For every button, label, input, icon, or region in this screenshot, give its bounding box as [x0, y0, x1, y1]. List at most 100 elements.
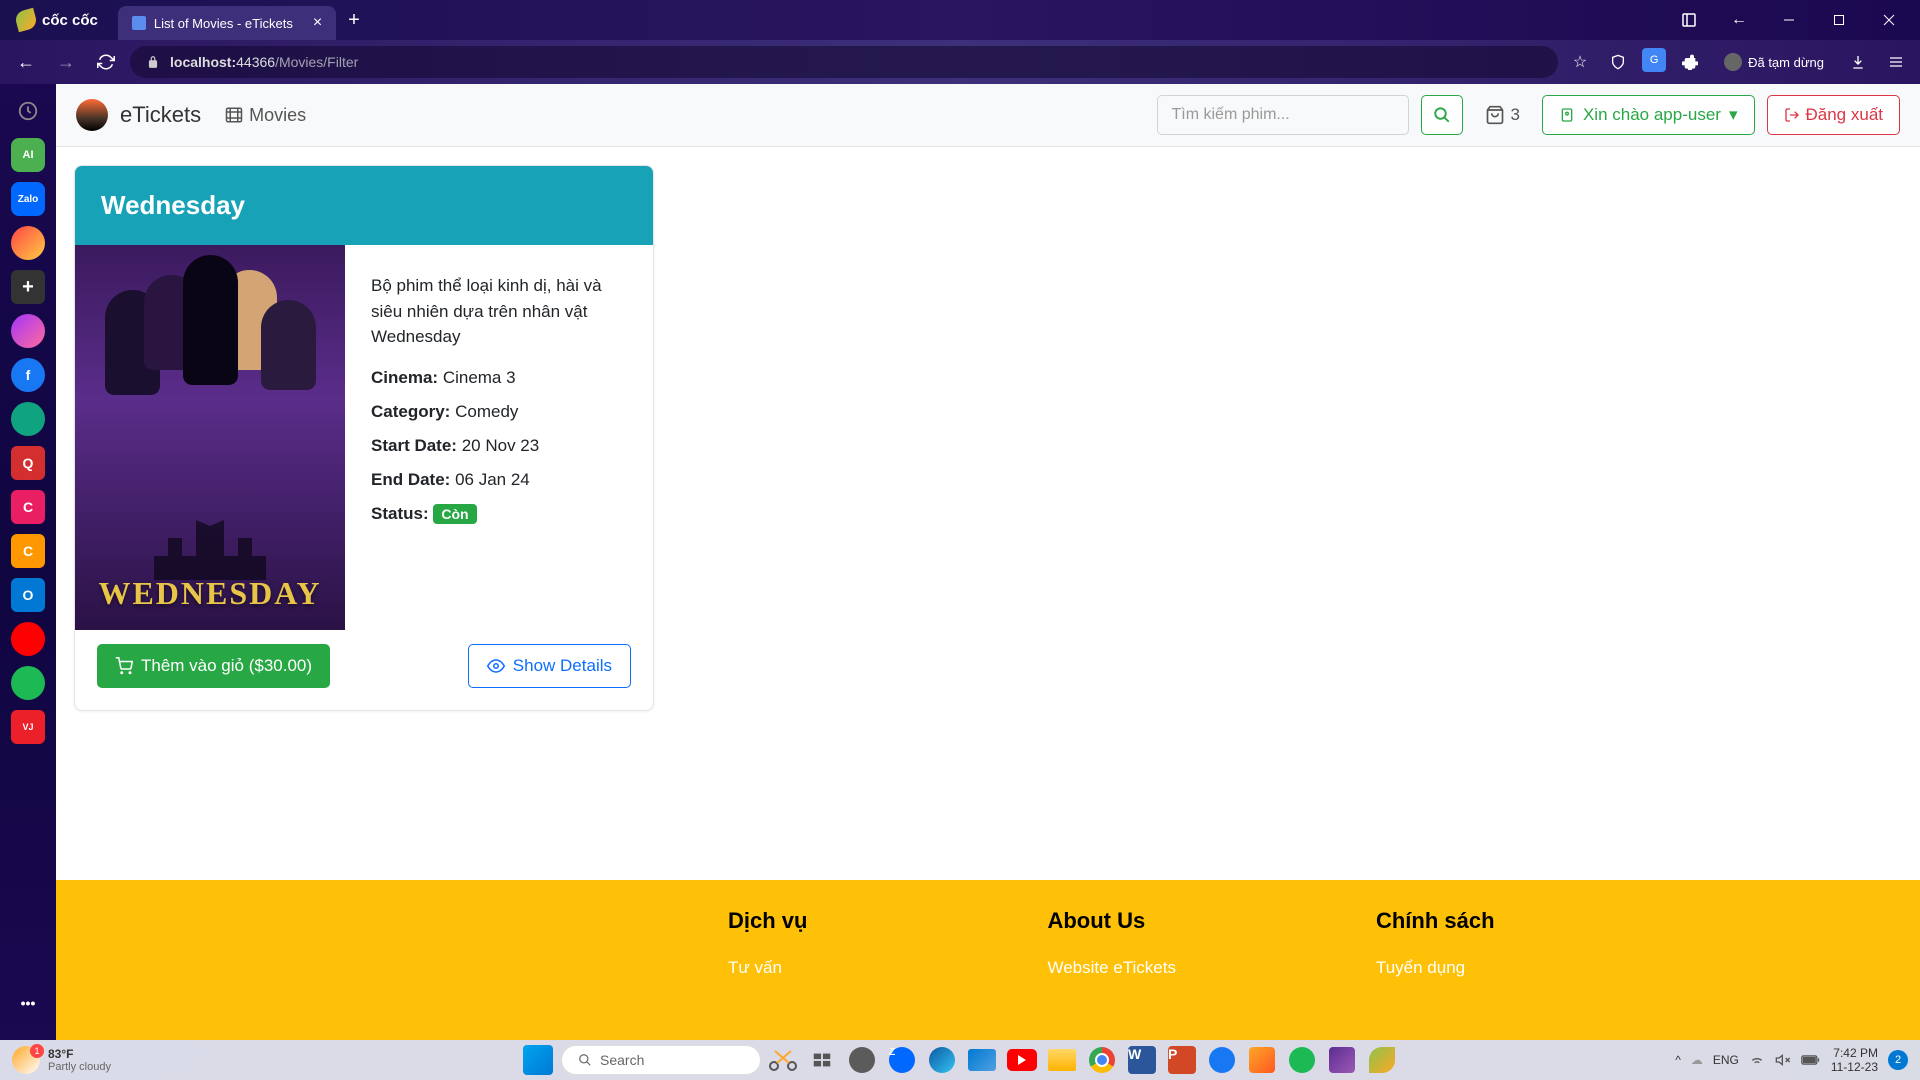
sidebar-more-button[interactable]: ••• — [11, 986, 45, 1020]
volume-icon[interactable] — [1775, 1052, 1791, 1068]
wifi-icon[interactable] — [1749, 1052, 1765, 1068]
browser-brand-text: cốc cốc — [42, 12, 98, 29]
sidebar-youtube-icon[interactable] — [11, 622, 45, 656]
search-input[interactable]: Tìm kiếm phim... — [1157, 95, 1409, 135]
sidebar-spotify-icon[interactable] — [11, 666, 45, 700]
window-maximize-button[interactable] — [1816, 0, 1862, 40]
nav-movies-link[interactable]: Movies — [225, 105, 306, 126]
sidebar-app1-icon[interactable] — [11, 226, 45, 260]
app-navbar: eTickets Movies Tìm kiếm phim... 3 Xin c… — [56, 84, 1920, 147]
taskbar-clock[interactable]: 7:42 PM 11-12-23 — [1831, 1046, 1878, 1075]
sidebar-chatgpt-icon[interactable] — [11, 402, 45, 436]
search-icon — [1433, 106, 1451, 124]
taskbar-coccoc-icon[interactable] — [1365, 1043, 1399, 1077]
nav-back-button[interactable]: ← — [10, 46, 42, 78]
logout-button[interactable]: Đăng xuất — [1767, 95, 1901, 135]
translate-icon[interactable]: G — [1642, 48, 1666, 72]
tab-close-button[interactable]: × — [313, 14, 322, 32]
sidebar-history-icon[interactable] — [11, 94, 45, 128]
end-date-row: End Date: 06 Jan 24 — [371, 470, 627, 490]
film-icon — [225, 106, 243, 124]
search-button[interactable] — [1421, 95, 1463, 135]
taskbar-visualstudio-icon[interactable] — [1325, 1043, 1359, 1077]
taskbar-camera-icon[interactable] — [845, 1043, 879, 1077]
tray-onedrive-icon[interactable]: ☁ — [1691, 1053, 1703, 1067]
taskbar-snip-icon[interactable] — [767, 1047, 799, 1073]
shield-icon[interactable] — [1604, 48, 1632, 76]
window-minimize-button[interactable] — [1766, 0, 1812, 40]
battery-icon[interactable] — [1801, 1053, 1821, 1067]
taskbar-chrome-icon[interactable] — [1085, 1043, 1119, 1077]
taskbar-files-icon[interactable] — [1045, 1043, 1079, 1077]
taskbar-search-input[interactable]: Search — [561, 1045, 761, 1075]
cart-link[interactable]: 3 — [1485, 105, 1520, 125]
address-bar: ← → localhost:44366/Movies/Filter ☆ G Đã… — [0, 40, 1920, 84]
extensions-icon[interactable] — [1676, 48, 1704, 76]
taskbar-app-icon[interactable] — [1245, 1043, 1279, 1077]
menu-icon[interactable] — [1882, 48, 1910, 76]
taskbar-facebook-icon[interactable] — [1205, 1043, 1239, 1077]
sidebar-q-icon[interactable]: Q — [11, 446, 45, 480]
sidebar-add-button[interactable]: + — [11, 270, 45, 304]
content-area: Wednesday WEDNESDAY Bộ phim thể loại kin… — [56, 147, 1920, 729]
browser-search-tabs-icon[interactable] — [1666, 0, 1712, 40]
taskbar-spotify-icon[interactable] — [1285, 1043, 1319, 1077]
profile-paused-button[interactable]: Đã tạm dừng — [1714, 48, 1834, 76]
cart-plus-icon — [115, 657, 133, 675]
notification-badge[interactable]: 2 — [1888, 1050, 1908, 1070]
poster-castle-icon — [140, 520, 280, 580]
taskbar-powerpoint-icon[interactable]: P — [1165, 1043, 1199, 1077]
tray-lang[interactable]: ENG — [1713, 1053, 1739, 1067]
browser-sidebar: AI Zalo + f Q C C O VJ ••• — [0, 84, 56, 1040]
tab-title: List of Movies - eTickets — [154, 16, 293, 31]
downloads-icon[interactable] — [1844, 48, 1872, 76]
start-date-row: Start Date: 20 Nov 23 — [371, 436, 627, 456]
show-details-button[interactable]: Show Details — [468, 644, 631, 688]
sidebar-outlook-icon[interactable]: O — [11, 578, 45, 612]
movie-poster: WEDNESDAY — [75, 245, 345, 630]
sidebar-c2-icon[interactable]: C — [11, 534, 45, 568]
user-dropdown-button[interactable]: Xin chào app-user ▾ — [1542, 95, 1755, 135]
taskbar-youtube-icon[interactable] — [1005, 1043, 1039, 1077]
bookmark-star-icon[interactable]: ☆ — [1566, 48, 1594, 76]
window-close-button[interactable] — [1866, 0, 1912, 40]
taskbar-word-icon[interactable]: W — [1125, 1043, 1159, 1077]
taskbar-taskview-icon[interactable] — [805, 1043, 839, 1077]
taskbar-zalo-icon[interactable]: Z — [885, 1043, 919, 1077]
footer-col-services: Dịch vụ Tư vấn — [728, 908, 807, 978]
user-badge-icon — [1559, 107, 1575, 123]
windows-taskbar: 1 83°F Partly cloudy Search Z W P ^ ☁ EN… — [0, 1040, 1920, 1080]
footer-col-title: Chính sách — [1376, 908, 1495, 934]
footer-link[interactable]: Website eTickets — [1047, 958, 1176, 977]
sidebar-c1-icon[interactable]: C — [11, 490, 45, 524]
browser-tab-active[interactable]: List of Movies - eTickets × — [118, 6, 336, 40]
nav-forward-button[interactable]: → — [50, 46, 82, 78]
new-tab-button[interactable]: + — [336, 9, 372, 32]
nav-reload-button[interactable] — [90, 46, 122, 78]
sidebar-messenger-icon[interactable] — [11, 314, 45, 348]
taskbar-edge-icon[interactable] — [925, 1043, 959, 1077]
sidebar-zalo-icon[interactable]: Zalo — [11, 182, 45, 216]
start-button[interactable] — [521, 1043, 555, 1077]
sidebar-ai-icon[interactable]: AI — [11, 138, 45, 172]
tray-chevron-icon[interactable]: ^ — [1675, 1053, 1681, 1067]
footer-link[interactable]: Tuyển dụng — [1376, 958, 1465, 977]
logout-icon — [1784, 107, 1800, 123]
browser-brand[interactable]: cốc cốc — [0, 0, 114, 40]
page-viewport: eTickets Movies Tìm kiếm phim... 3 Xin c… — [56, 84, 1920, 1040]
sidebar-facebook-icon[interactable]: f — [11, 358, 45, 392]
brand-text: eTickets — [120, 102, 201, 128]
brand-link[interactable]: eTickets — [76, 99, 201, 131]
footer-link[interactable]: Tư vấn — [728, 958, 782, 977]
footer-col-about: About Us Website eTickets — [1047, 908, 1176, 978]
taskbar-mail-icon[interactable] — [965, 1043, 999, 1077]
url-input[interactable]: localhost:44366/Movies/Filter — [130, 46, 1558, 78]
add-to-cart-button[interactable]: Thêm vào giỏ ($30.00) — [97, 644, 330, 688]
search-icon — [578, 1053, 592, 1067]
taskbar-weather[interactable]: 1 83°F Partly cloudy — [12, 1046, 111, 1074]
browser-back-alt-icon[interactable]: ← — [1716, 0, 1762, 40]
sidebar-vietjet-icon[interactable]: VJ — [11, 710, 45, 744]
coccoc-leaf-icon — [14, 8, 38, 32]
page-footer: Dịch vụ Tư vấn About Us Website eTickets… — [56, 880, 1920, 1040]
status-badge: Còn — [433, 504, 476, 524]
